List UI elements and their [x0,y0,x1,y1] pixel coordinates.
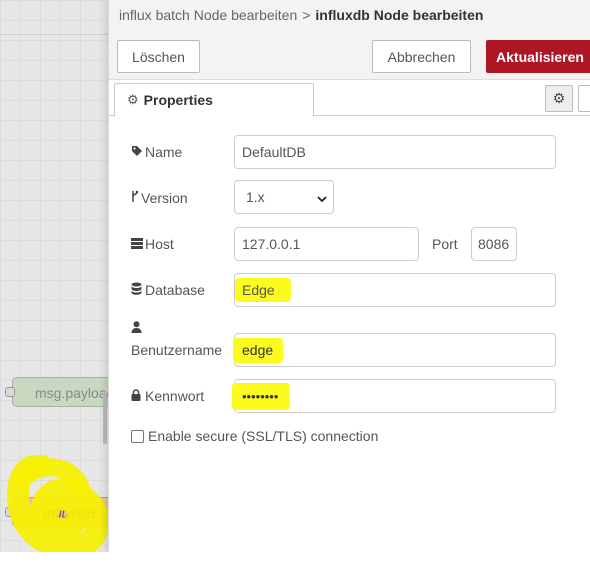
version-select-value: 1.x [246,189,265,205]
delete-button[interactable]: Löschen [117,40,200,73]
username-value: edge [242,342,274,358]
tab-label: Properties [143,92,213,108]
breadcrumb: influx batch Node bearbeiten > influxdb No… [119,7,483,23]
breadcrumb-parent[interactable]: influx batch Node bearbeiten [119,7,297,23]
user-icon [131,321,145,336]
host-label-text: Host [145,236,174,252]
ssl-checkbox[interactable] [131,430,144,443]
version-select[interactable]: 1.x [234,180,334,214]
database-icon [131,282,145,298]
flow-node-influxdb[interactable]: InfluxDB [12,497,108,527]
password-label: Kennwort [131,388,204,404]
node-input-port[interactable] [5,507,15,517]
canvas-divider [0,34,108,35]
cancel-button[interactable]: Abbrechen [372,40,471,73]
name-label: Name [131,144,182,160]
username-label: Benutzername [131,342,223,358]
flow-node-msg-payload[interactable]: msg.payload [12,377,108,407]
chevron-down-icon [317,191,327,207]
name-label-text: Name [145,144,183,160]
breadcrumb-separator: > [302,7,311,23]
canvas-scroll-handle[interactable] [103,392,107,444]
version-label-text: Version [141,190,188,206]
node-settings-button[interactable]: ⚙ [545,85,573,112]
database-field[interactable]: Edge [234,273,556,307]
host-field[interactable]: 127.0.0.1 [234,227,419,261]
node-input-port[interactable] [5,387,15,397]
database-value: Edge [242,282,275,298]
port-label: Port [432,236,458,252]
node-description-button[interactable] [578,85,590,112]
ssl-checkbox-label[interactable]: Enable secure (SSL/TLS) connection [148,428,378,444]
node-label: msg.payload [35,385,108,401]
flow-canvas[interactable]: msg.payload InfluxDB [0,0,108,552]
lock-icon [131,389,145,404]
gear-icon: ⚙ [127,92,139,107]
password-value: •••••••• [242,388,279,404]
bottom-strip [0,552,590,568]
branch-icon [131,190,141,206]
tab-bar: ⚙ Properties ⚙ [109,80,590,117]
username-icon-row [131,320,145,336]
node-label: InfluxDB [43,505,96,521]
version-label: Version [131,190,188,206]
password-field[interactable]: •••••••• [232,379,556,413]
gear-icon: ⚙ [552,90,566,106]
username-field[interactable]: edge [233,333,556,367]
update-button[interactable]: Aktualisieren [486,40,590,73]
tag-icon [131,145,145,160]
tray-header: influx batch Node bearbeiten > influxdb No… [109,0,590,80]
server-icon [131,237,145,252]
tab-properties[interactable]: ⚙ Properties [114,83,314,117]
database-label: Database [131,282,205,298]
name-field[interactable]: DefaultDB [234,135,556,169]
database-label-text: Database [145,282,205,298]
password-label-text: Kennwort [145,388,205,404]
edit-tray: influx batch Node bearbeiten > influxdb No… [108,0,590,552]
host-label: Host [131,236,174,252]
port-field[interactable]: 8086 [471,227,517,261]
breadcrumb-current: influxdb Node bearbeiten [315,7,484,23]
